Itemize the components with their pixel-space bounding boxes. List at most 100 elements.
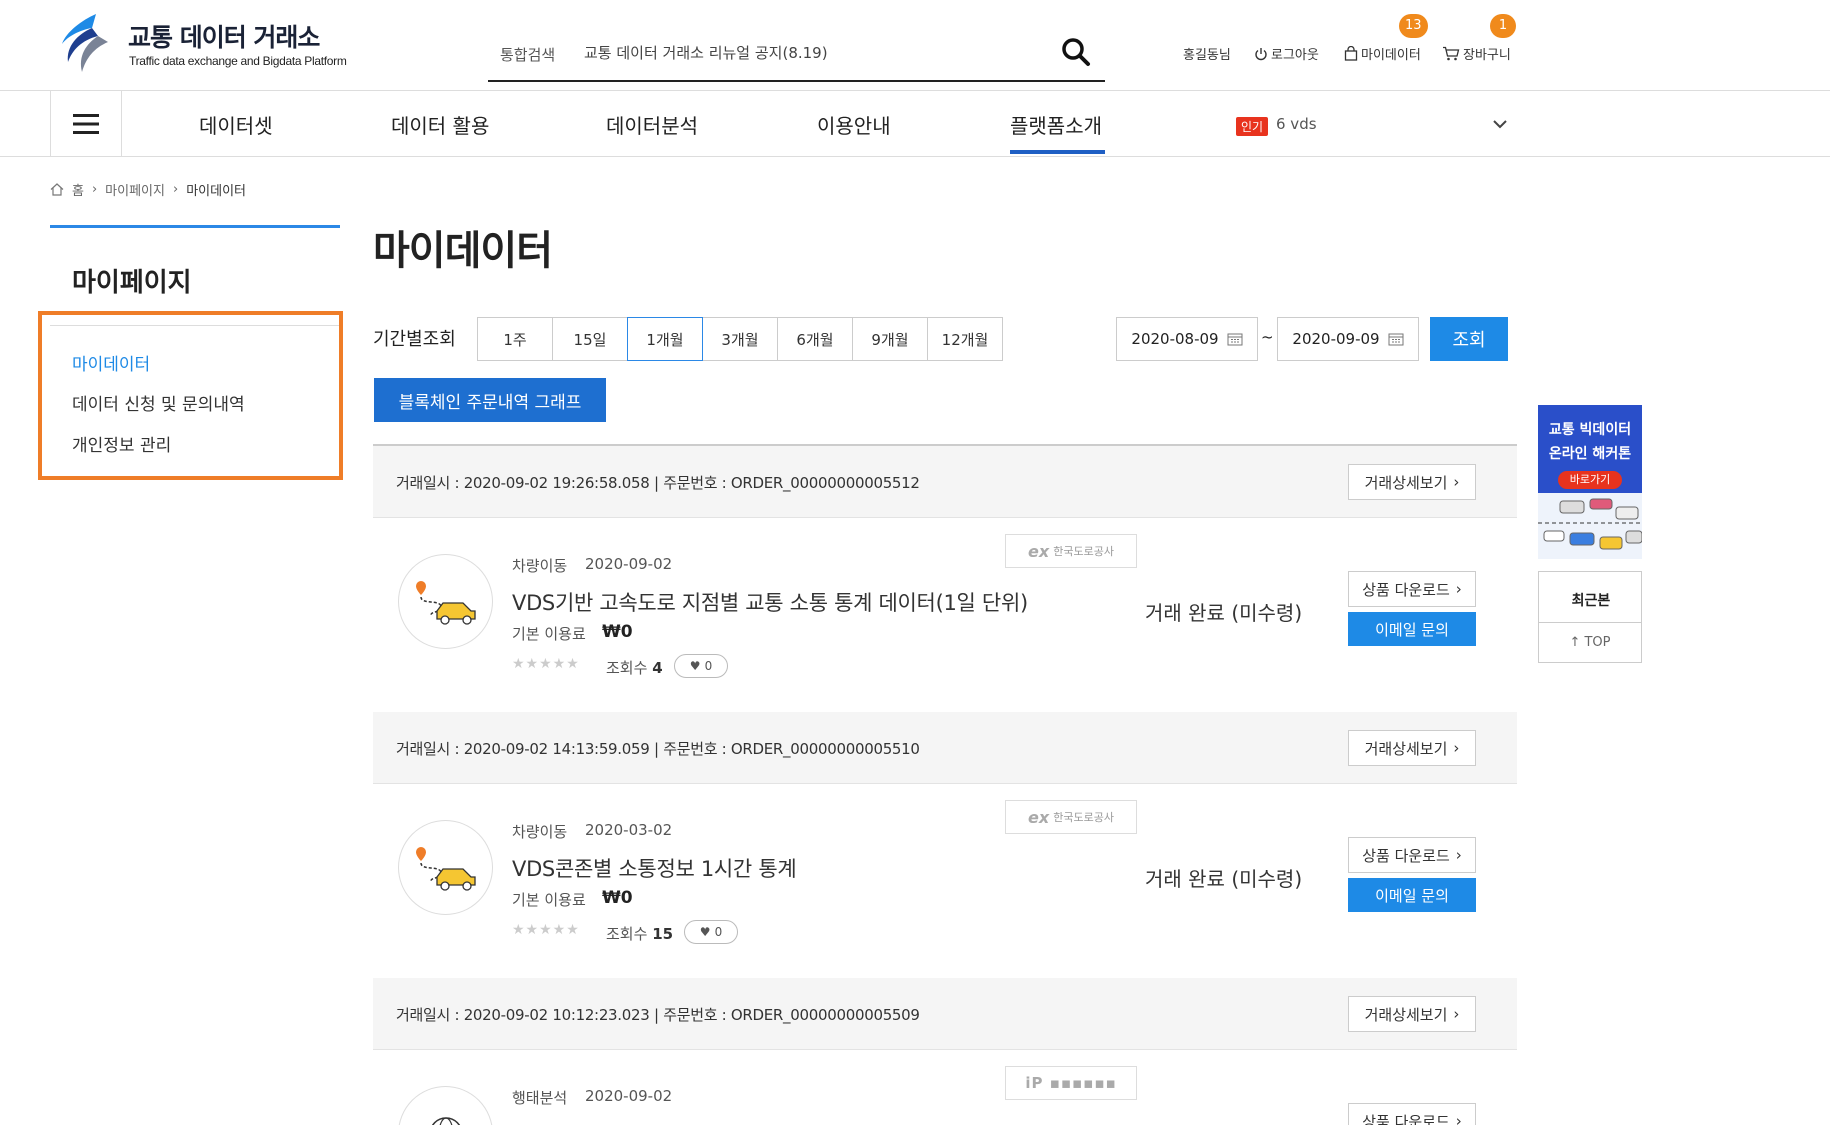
download-label: 상품 다운로드 — [1362, 846, 1450, 865]
order-info: 거래일시 : 2020-09-02 10:12:23.023 | 주문번호 : … — [396, 1006, 920, 1024]
cart-label: 장바구니 — [1463, 48, 1511, 63]
cart-icon — [1443, 46, 1460, 61]
period-1week[interactable]: 1주 — [477, 317, 553, 361]
logo-subtitle: Traffic data exchange and Bigdata Platfo… — [129, 54, 347, 68]
download-button[interactable]: 상품 다운로드 › — [1348, 1103, 1476, 1125]
user-name[interactable]: 홍길동님 — [1183, 44, 1231, 63]
recent-viewed-label[interactable]: 최근본 — [1539, 590, 1643, 610]
period-15days[interactable]: 15일 — [552, 317, 628, 361]
like-count: 0 — [714, 925, 723, 939]
search-icon[interactable] — [1060, 36, 1092, 68]
product-date: 2020-03-02 — [585, 821, 673, 839]
provider-logo: iP ▪▪▪▪▪▪ — [1005, 1066, 1137, 1100]
chevron-down-icon[interactable] — [1490, 114, 1510, 134]
product-category: 차량이동 — [512, 557, 568, 575]
period-label: 기간별조회 — [373, 329, 456, 350]
banner-line2: 온라인 해커톤 — [1548, 446, 1632, 462]
chevron-right-icon: › — [91, 182, 98, 197]
user-name-text: 홍길동님 — [1183, 48, 1231, 63]
fee-value: ₩0 — [602, 622, 633, 642]
view-count-label: 조회수 — [606, 925, 648, 943]
mydata-link[interactable]: 마이데이터 — [1344, 44, 1421, 63]
product-date: 2020-09-02 — [585, 555, 673, 573]
chevron-right-icon: › — [1455, 1112, 1462, 1125]
chevron-right-icon: › — [1455, 580, 1462, 598]
product-thumbnail[interactable] — [398, 554, 493, 649]
view-count-label: 조회수 — [606, 659, 648, 677]
product-title[interactable]: VDS콘존별 소통정보 1시간 통계 — [512, 853, 797, 883]
traffic-illustration-icon — [1538, 493, 1642, 559]
arrow-up-icon: ↑ — [1569, 635, 1581, 650]
top-label: TOP — [1584, 635, 1611, 650]
period-1month[interactable]: 1개월 — [627, 317, 703, 361]
order-header: 거래일시 : 2020-09-02 14:13:59.059 | 주문번호 : … — [373, 712, 1517, 784]
calendar-icon[interactable] — [1227, 332, 1243, 346]
calendar-icon[interactable] — [1388, 332, 1404, 346]
period-12months[interactable]: 12개월 — [927, 317, 1003, 361]
order-detail-button[interactable]: 거래상세보기 › — [1348, 730, 1476, 766]
product-thumbnail[interactable] — [398, 1086, 493, 1125]
hackathon-banner[interactable]: 교통 빅데이터 온라인 해커톤 바로가기 — [1538, 405, 1642, 559]
order-detail-button[interactable]: 거래상세보기 › — [1348, 464, 1476, 500]
page-title: 마이데이터 — [373, 228, 553, 274]
banner-go-button[interactable]: 바로가기 — [1558, 471, 1622, 489]
order-info: 거래일시 : 2020-09-02 19:26:58.058 | 주문번호 : … — [396, 474, 920, 492]
home-icon[interactable] — [50, 183, 64, 196]
breadcrumb: 홈 › 마이페이지 › 마이데이터 — [50, 180, 246, 199]
nav-dataset[interactable]: 데이터셋 — [199, 110, 273, 139]
fee-label: 기본 이용료 — [512, 625, 586, 643]
car-route-icon — [415, 580, 476, 625]
nav-data-usage[interactable]: 데이터 활용 — [391, 110, 489, 139]
order-detail-button[interactable]: 거래상세보기 › — [1348, 996, 1476, 1032]
logout-link[interactable]: 로그아웃 — [1254, 44, 1319, 63]
product-thumbnail[interactable] — [398, 820, 493, 915]
chevron-right-icon: › — [1453, 1005, 1460, 1023]
nav-guide[interactable]: 이용안내 — [817, 110, 891, 139]
breadcrumb-current: 마이데이터 — [186, 184, 246, 199]
menu-button[interactable] — [50, 91, 122, 157]
nav-platform-intro[interactable]: 플랫폼소개 — [1010, 110, 1102, 139]
view-count: 조회수 15 — [606, 923, 673, 944]
logo-title[interactable]: 교통 데이터 거래소 — [128, 18, 320, 54]
inquiry-button[interactable]: 조회 — [1430, 317, 1508, 361]
order-status: 거래 완료 (미수령) — [1145, 601, 1303, 625]
hot-keyword[interactable]: 6 vds — [1276, 115, 1317, 133]
period-filter: 1주 15일 1개월 3개월 6개월 9개월 12개월 — [477, 317, 1003, 361]
hot-badge: 인기 — [1236, 117, 1269, 136]
logo-icon[interactable] — [52, 12, 118, 74]
like-button[interactable]: ♥ 0 — [674, 654, 728, 678]
chevron-right-icon: › — [172, 182, 179, 197]
mydata-count-badge: 13 — [1399, 14, 1428, 38]
period-6months[interactable]: 6개월 — [777, 317, 853, 361]
email-inquiry-button[interactable]: 이메일 문의 — [1348, 878, 1476, 912]
provider-logo: ex 한국도로공사 — [1005, 534, 1137, 568]
global-search: 통합검색 — [488, 22, 1105, 82]
product-title[interactable]: VDS기반 고속도로 지점별 교통 소통 통계 데이터(1일 단위) — [512, 587, 1028, 617]
rating-stars: ★★★★★ — [512, 922, 580, 938]
date-to-value: 2020-09-09 — [1292, 330, 1380, 348]
nav-divider — [0, 156, 1830, 157]
order-status: 거래 완료 (미수령) — [1145, 867, 1303, 891]
breadcrumb-home[interactable]: 홈 — [72, 180, 84, 199]
nav-data-analysis[interactable]: 데이터분석 — [606, 110, 698, 139]
date-to-field[interactable]: 2020-09-09 — [1277, 317, 1419, 361]
search-input[interactable] — [584, 36, 1014, 68]
logout-label: 로그아웃 — [1271, 48, 1319, 63]
email-inquiry-button[interactable]: 이메일 문의 — [1348, 612, 1476, 646]
nav-active-indicator — [1010, 150, 1105, 154]
like-button[interactable]: ♥ 0 — [684, 920, 738, 944]
blockchain-graph-button[interactable]: 블록체인 주문내역 그래프 — [374, 378, 606, 422]
sidebar-highlight-box — [38, 311, 343, 480]
breadcrumb-mypage[interactable]: 마이페이지 — [105, 180, 165, 199]
scroll-top-button[interactable]: ↑ TOP — [1539, 622, 1641, 662]
ex-logo-icon: ex — [1028, 541, 1050, 561]
download-button[interactable]: 상품 다운로드 › — [1348, 837, 1476, 873]
period-9months[interactable]: 9개월 — [852, 317, 928, 361]
order-info: 거래일시 : 2020-09-02 14:13:59.059 | 주문번호 : … — [396, 740, 920, 758]
download-label: 상품 다운로드 — [1362, 1112, 1450, 1125]
cart-link[interactable]: 장바구니 — [1442, 44, 1511, 63]
date-from-field[interactable]: 2020-08-09 — [1116, 317, 1258, 361]
download-button[interactable]: 상품 다운로드 › — [1348, 571, 1476, 607]
period-3months[interactable]: 3개월 — [702, 317, 778, 361]
search-category[interactable]: 통합검색 — [500, 44, 555, 65]
